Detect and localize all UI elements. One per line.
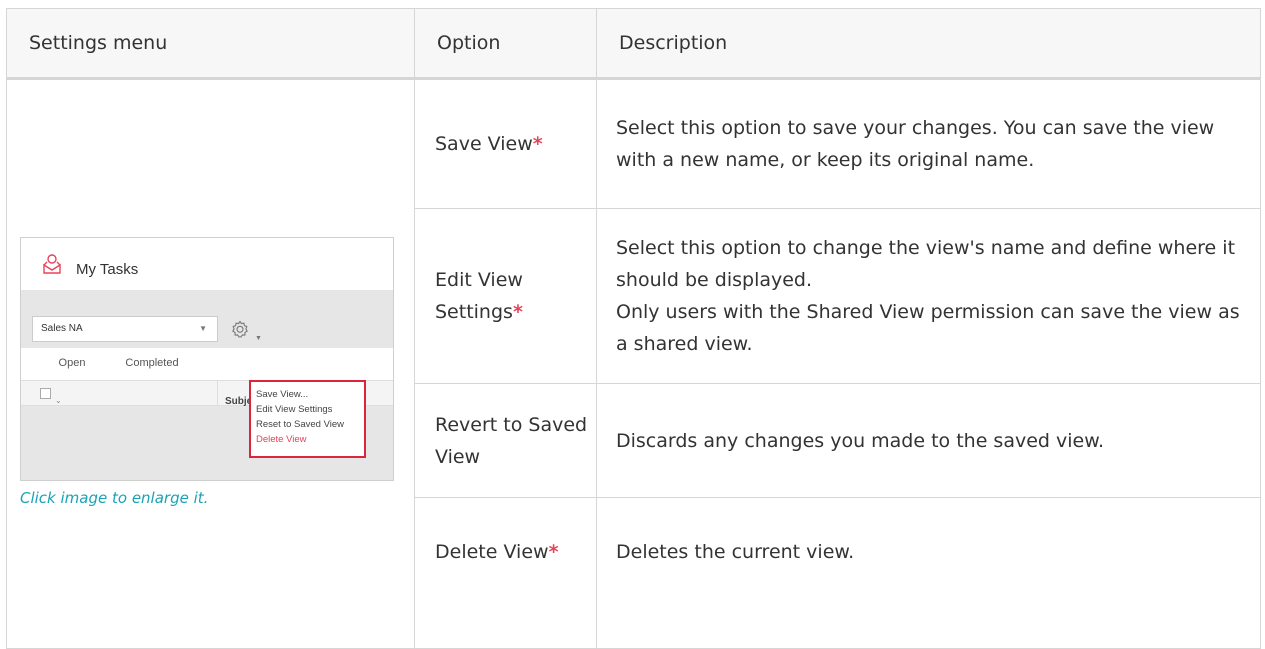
settings-menu-thumbnail[interactable]: My Tasks Sales NA ▼ ▼ Open Completed ⌄ S… [20,237,394,481]
menu-item-reset-to-saved-view[interactable]: Reset to Saved View [251,417,364,432]
header-settings-menu: Settings menu [6,8,415,80]
tab-completed[interactable]: Completed [113,348,191,380]
required-marker: * [512,301,523,323]
enlarge-image-link[interactable]: Click image to enlarge it. [20,489,208,507]
description-line: Select this option to change the view's … [616,237,1236,291]
thumbnail-wrapper: My Tasks Sales NA ▼ ▼ Open Completed ⌄ S… [20,237,394,507]
view-select-value: Sales NA [41,323,83,334]
table-header-row: Settings menu Option Description [6,8,1261,80]
description-line-extra: Only users with the Shared View permissi… [616,301,1240,355]
option-label: Save View [435,133,533,155]
menu-item-delete-view[interactable]: Delete View [251,432,364,447]
menu-item-save-view[interactable]: Save View... [251,387,364,402]
gear-icon[interactable] [231,320,249,338]
option-label: Delete View [435,541,549,563]
required-marker: * [548,541,559,563]
description-save-view: Select this option to save your changes.… [596,78,1261,209]
thumbnail-header: My Tasks [21,238,393,290]
grid-divider [217,381,218,405]
option-label: Edit View Settings [435,269,523,323]
header-description: Description [596,8,1261,80]
settings-dropdown-menu: Save View... Edit View Settings Reset to… [249,380,366,458]
chevron-down-icon[interactable]: ⌄ [55,385,62,417]
option-delete-view: Delete View* [414,497,597,649]
option-edit-view-settings: Edit View Settings* [414,208,597,384]
select-all-checkbox[interactable] [40,388,51,399]
tab-open[interactable]: Open [31,348,113,382]
header-option: Option [414,8,597,80]
description-edit-view-settings: Select this option to change the view's … [596,208,1261,384]
option-label: Revert to Saved View [435,413,588,468]
settings-options-table: Settings menu Option Description My Task… [6,8,1261,649]
tabs-bar: Open Completed [21,348,393,382]
chevron-down-icon: ▼ [199,324,207,333]
thumbnail-body: Sales NA ▼ ▼ Open Completed ⌄ Subject Sa… [21,290,393,480]
settings-image-cell: My Tasks Sales NA ▼ ▼ Open Completed ⌄ S… [6,78,415,649]
task-icon [43,254,61,274]
view-select[interactable]: Sales NA ▼ [32,316,218,342]
menu-item-edit-view-settings[interactable]: Edit View Settings [251,402,364,417]
description-delete-view: Deletes the current view. [596,497,1261,649]
required-marker: * [532,133,543,155]
description-revert-to-saved-view: Discards any changes you made to the sav… [596,383,1261,498]
thumbnail-title: My Tasks [76,261,139,278]
option-save-view: Save View* [414,78,597,209]
table-row: My Tasks Sales NA ▼ ▼ Open Completed ⌄ S… [6,78,1261,649]
option-revert-to-saved-view: Revert to Saved View [414,383,597,498]
